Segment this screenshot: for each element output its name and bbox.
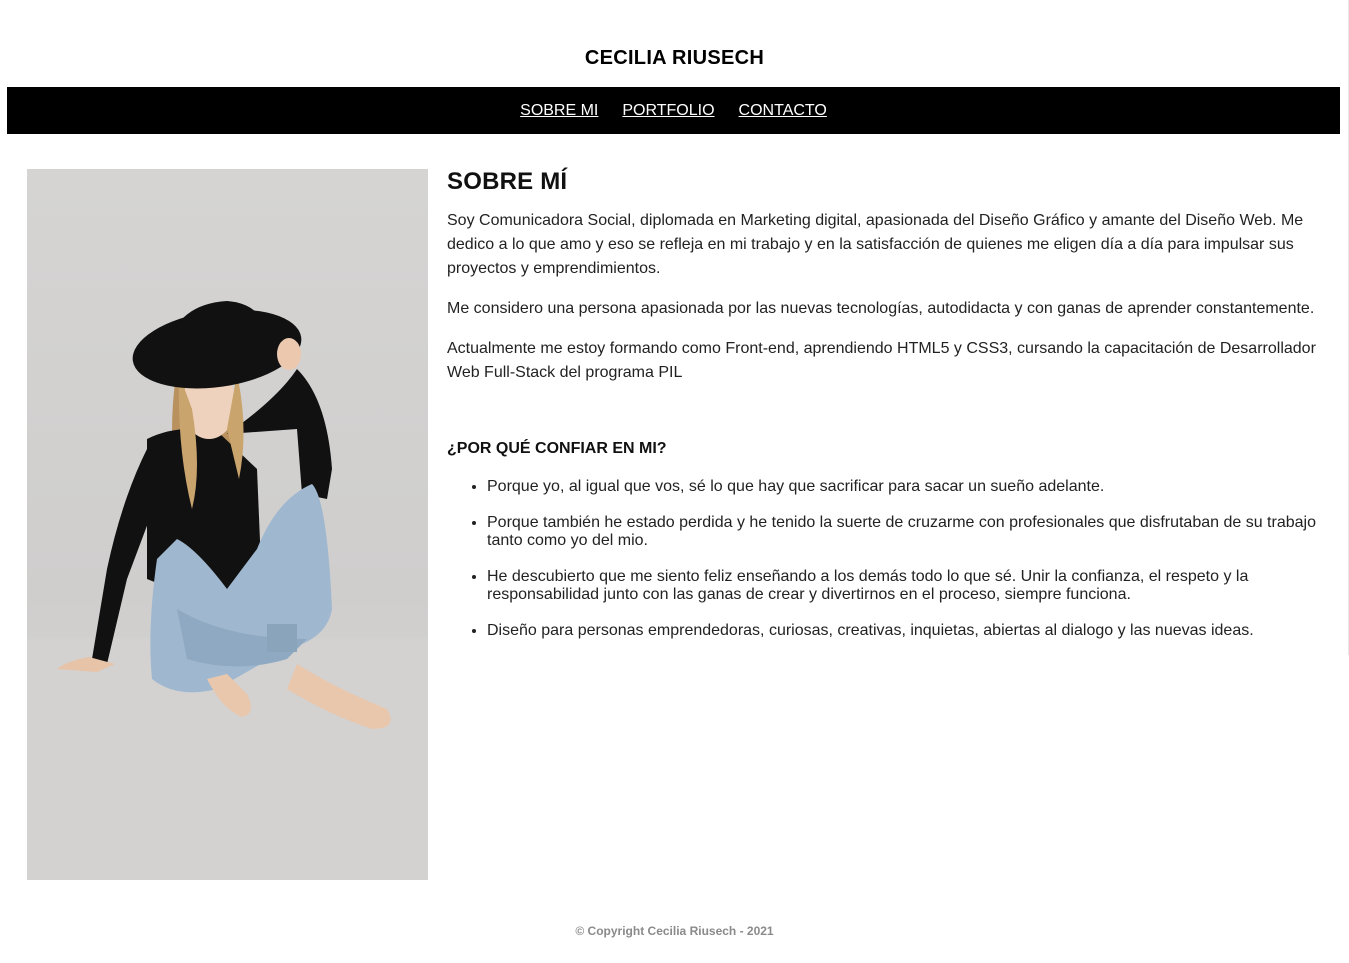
about-section: SOBRE MÍ Soy Comunicadora Social, diplom… <box>447 168 1327 658</box>
about-paragraph-2: Me considero una persona apasionada por … <box>447 300 1315 317</box>
nav-link-portfolio[interactable]: PORTFOLIO <box>622 102 714 120</box>
main-navbar: SOBRE MI PORTFOLIO CONTACTO <box>7 87 1340 134</box>
footer-copyright: © Copyright Cecilia Riusech - 2021 <box>575 924 774 938</box>
why-list-item: Porque también he estado perdida y he te… <box>487 514 1327 550</box>
profile-photo <box>27 169 428 880</box>
why-list-item: Diseño para personas emprendedoras, curi… <box>487 622 1327 640</box>
why-list-item: He descubierto que me siento feliz enseñ… <box>487 568 1327 604</box>
about-paragraph-3: Actualmente me estoy formando como Front… <box>447 340 1316 381</box>
why-heading: ¿POR QUÉ CONFIAR EN MI? <box>447 440 667 457</box>
nav-link-contacto[interactable]: CONTACTO <box>739 102 827 120</box>
site-title: CECILIA RIUSECH <box>584 47 765 69</box>
about-paragraph-1: Soy Comunicadora Social, diplomada en Ma… <box>447 212 1304 277</box>
about-heading: SOBRE MÍ <box>447 168 568 195</box>
nav-link-sobre-mi[interactable]: SOBRE MI <box>520 102 598 120</box>
why-list-item: Porque yo, al igual que vos, sé lo que h… <box>487 478 1327 496</box>
why-list: Porque yo, al igual que vos, sé lo que h… <box>447 478 1327 640</box>
